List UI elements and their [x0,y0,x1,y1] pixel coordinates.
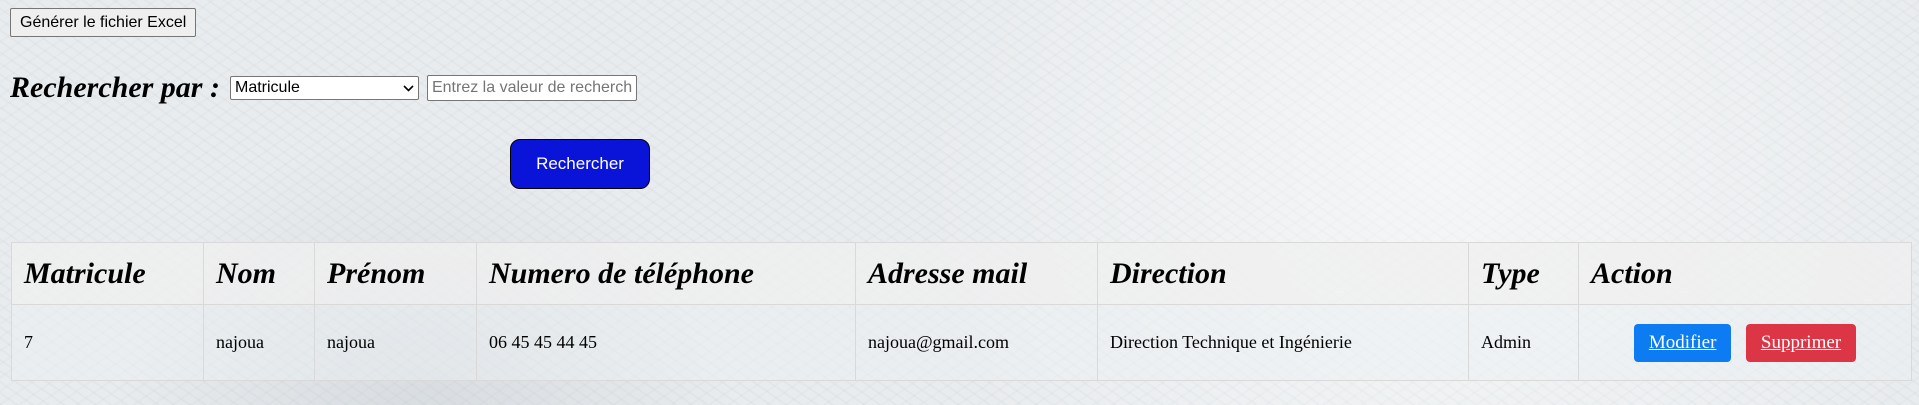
table-header-row: Matricule Nom Prénom Numero de téléphone… [11,242,1912,305]
users-table: Matricule Nom Prénom Numero de téléphone… [11,242,1912,381]
cell-prenom: najoua [314,304,477,381]
column-header-email: Adresse mail [855,242,1098,305]
column-header-direction: Direction [1097,242,1469,305]
column-header-nom: Nom [203,242,315,305]
search-label: Rechercher par : [10,71,220,104]
column-header-type: Type [1468,242,1579,305]
table-row: 7 najoua najoua 06 45 45 44 45 najoua@gm… [11,304,1912,381]
search-select-value: Matricule [234,79,300,96]
cell-actions: Modifier Supprimer [1578,304,1912,381]
column-header-prenom: Prénom [314,242,477,305]
users-table-container: Matricule Nom Prénom Numero de téléphone… [11,242,1912,381]
search-input[interactable] [426,75,637,101]
delete-button[interactable]: Supprimer [1745,323,1857,362]
column-header-telephone: Numero de téléphone [476,242,856,305]
cell-direction: Direction Technique et Ingénierie [1097,304,1469,381]
cell-type: Admin [1468,304,1579,381]
chevron-down-icon [403,81,414,95]
search-bar: Rechercher par : Matricule [10,68,637,108]
column-header-action: Action [1578,242,1912,305]
cell-email: najoua@gmail.com [855,304,1098,381]
edit-button[interactable]: Modifier [1633,323,1732,362]
column-header-matricule: Matricule [11,242,204,305]
cell-matricule: 7 [11,304,204,381]
generate-excel-button[interactable]: Générer le fichier Excel [10,8,197,37]
cell-telephone: 06 45 45 44 45 [476,304,856,381]
search-button[interactable]: Rechercher [510,139,650,189]
cell-nom: najoua [203,304,315,381]
search-field-select[interactable]: Matricule [229,76,419,100]
